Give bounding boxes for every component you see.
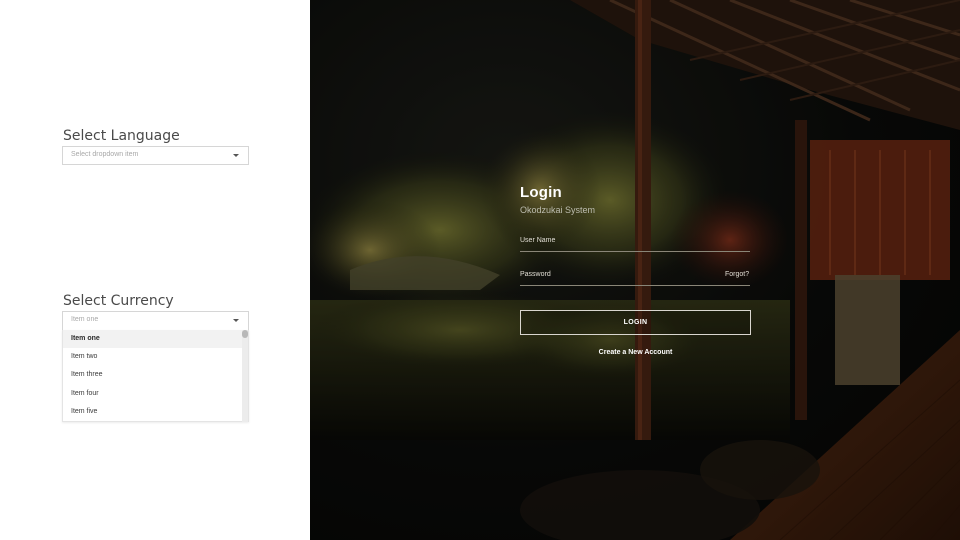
dropdown-scroll-thumb[interactable] [242, 330, 248, 338]
login-subtitle: Okodzukai System [520, 205, 596, 215]
currency-title: Select Currency [63, 293, 174, 309]
settings-panel: Select Language Select dropdown item Sel… [0, 0, 310, 540]
password-field[interactable]: Password [520, 271, 551, 278]
dropdown-option-2[interactable]: Item two [63, 348, 244, 366]
dropdown-option-1[interactable]: Item one [63, 330, 244, 348]
chevron-down-icon[interactable] [233, 319, 239, 322]
forgot-password-link[interactable]: Forgot? [725, 271, 749, 278]
username-underline [520, 251, 750, 252]
language-select[interactable]: Select dropdown item [62, 146, 249, 165]
login-title: Login [520, 184, 562, 201]
dropdown-option-3[interactable]: Item three [63, 366, 244, 384]
chevron-down-icon[interactable] [233, 154, 239, 157]
currency-select[interactable]: Item one [62, 311, 249, 331]
currency-select-value: Item one [71, 316, 99, 323]
background-scene [310, 0, 960, 540]
dropdown-option-4[interactable]: Item four [63, 385, 244, 403]
language-select-placeholder: Select dropdown item [71, 151, 139, 158]
dropdown-option-5[interactable]: Item five [63, 403, 244, 421]
dropdown-scrollbar[interactable] [242, 330, 248, 422]
login-button[interactable]: LOGIN [520, 310, 751, 335]
password-underline [520, 285, 750, 286]
language-title: Select Language [63, 128, 180, 144]
username-field[interactable]: User Name [520, 237, 555, 244]
scene-illustration [310, 0, 960, 540]
create-account-link[interactable]: Create a New Account [520, 349, 751, 356]
currency-dropdown-list: Item one Item two Item three Item four I… [62, 330, 249, 422]
